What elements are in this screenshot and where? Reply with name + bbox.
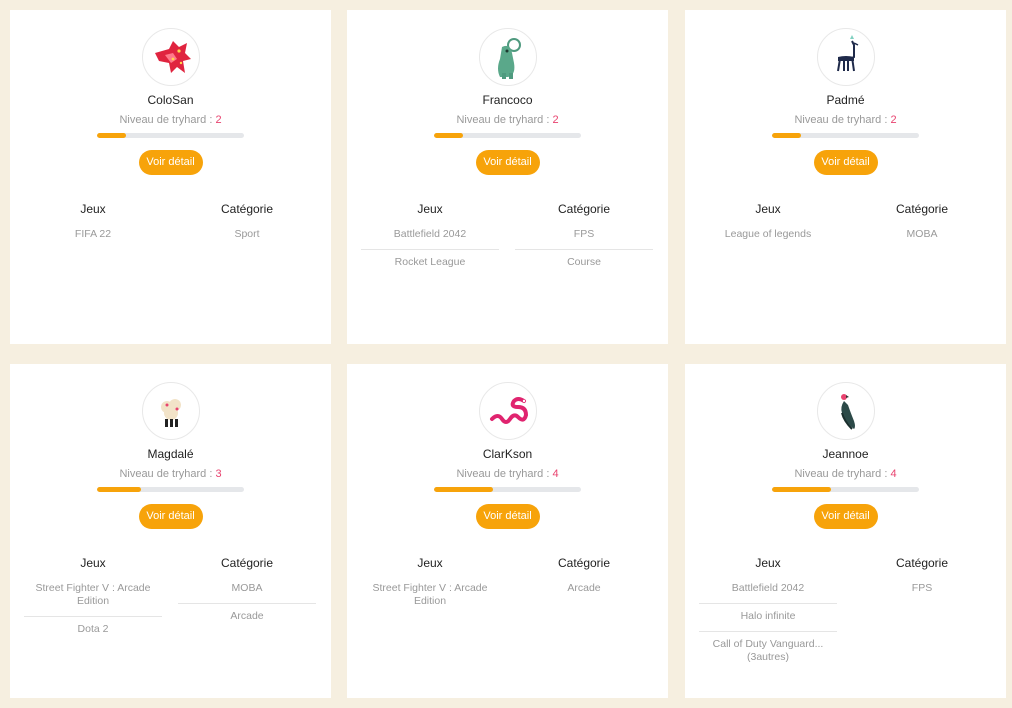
parrot-icon <box>816 382 875 440</box>
tryhard-progress-bar <box>434 487 581 492</box>
games-header: Jeux <box>417 556 443 570</box>
fluffy-creature-icon <box>141 382 200 440</box>
tryhard-progress-fill <box>434 133 464 138</box>
player-name: ColoSan <box>147 93 194 107</box>
tryhard-progress-fill <box>97 487 142 492</box>
tryhard-level-label: Niveau de tryhard : <box>456 468 550 480</box>
category-column: Catégorie Sport <box>178 202 316 249</box>
view-detail-button[interactable]: Voir détail <box>813 504 878 529</box>
tryhard-progress-fill <box>97 133 127 138</box>
games-header: Jeux <box>755 202 781 216</box>
games-column: Jeux League of legends <box>699 202 837 249</box>
category-column: Catégorie FPS <box>853 556 991 603</box>
game-item: Battlefield 2042 <box>699 576 837 604</box>
red-bird-icon <box>141 28 200 86</box>
tryhard-level-value: 2 <box>552 114 559 126</box>
view-detail-button[interactable]: Voir détail <box>813 150 878 175</box>
category-column: Catégorie Arcade <box>515 556 653 603</box>
category-item: MOBA <box>906 228 938 240</box>
category-header: Catégorie <box>220 202 274 216</box>
llama-icon <box>816 28 875 86</box>
player-card-padme: Padmé Niveau de tryhard : 2 Voir détail … <box>685 10 1006 344</box>
games-column: Jeux Street Fighter V : Arcade Edition <box>361 556 499 616</box>
tryhard-level-value: 3 <box>215 468 222 480</box>
game-item: FIFA 22 <box>74 228 112 240</box>
games-header: Jeux <box>80 556 106 570</box>
category-item: Arcade <box>567 582 601 594</box>
tryhard-level-label: Niveau de tryhard : <box>456 114 550 126</box>
category-header: Catégorie <box>895 556 949 570</box>
player-name: ClarKson <box>482 447 533 461</box>
category-item: FPS <box>911 582 933 594</box>
category-item: Course <box>567 256 601 268</box>
player-card-francoco: Francoco Niveau de tryhard : 2 Voir déta… <box>347 10 668 344</box>
tryhard-level: Niveau de tryhard : 4 <box>347 468 668 480</box>
tryhard-progress-bar <box>97 487 244 492</box>
games-column: Jeux Battlefield 2042 Halo infinite Call… <box>699 556 837 672</box>
tryhard-level: Niveau de tryhard : 4 <box>685 468 1006 480</box>
category-item: Arcade <box>230 610 264 622</box>
category-item: Sport <box>234 228 260 240</box>
player-card-jeannoe: Jeannoe Niveau de tryhard : 4 Voir détai… <box>685 364 1006 698</box>
game-item: League of legends <box>724 228 812 240</box>
tryhard-progress-bar <box>434 133 581 138</box>
games-column: Jeux Battlefield 2042 Rocket League <box>361 202 499 277</box>
tryhard-level-value: 2 <box>890 114 897 126</box>
category-header: Catégorie <box>220 556 274 570</box>
category-column: Catégorie FPS Course <box>515 202 653 277</box>
games-header: Jeux <box>755 556 781 570</box>
tryhard-level-value: 4 <box>552 468 559 480</box>
game-item: Halo infinite <box>699 604 837 632</box>
games-column: Jeux FIFA 22 <box>24 202 162 249</box>
view-detail-button[interactable]: Voir détail <box>138 504 203 529</box>
games-header: Jeux <box>80 202 106 216</box>
category-header: Catégorie <box>895 202 949 216</box>
view-detail-button[interactable]: Voir détail <box>475 150 540 175</box>
tryhard-progress-fill <box>772 487 831 492</box>
category-item: FPS <box>515 222 653 250</box>
green-creature-icon <box>478 28 537 86</box>
game-item: Battlefield 2042 <box>361 222 499 250</box>
player-name: Padmé <box>826 93 865 107</box>
tryhard-progress-bar <box>772 487 919 492</box>
tryhard-level-value: 2 <box>215 114 222 126</box>
tryhard-level-label: Niveau de tryhard : <box>794 114 888 126</box>
tryhard-level: Niveau de tryhard : 2 <box>10 114 331 126</box>
game-item: Street Fighter V : Arcade Edition <box>24 576 162 617</box>
tryhard-level-label: Niveau de tryhard : <box>119 468 213 480</box>
games-column: Jeux Street Fighter V : Arcade Edition D… <box>24 556 162 644</box>
category-item: MOBA <box>178 576 316 604</box>
tryhard-level: Niveau de tryhard : 2 <box>685 114 1006 126</box>
tryhard-level-label: Niveau de tryhard : <box>119 114 213 126</box>
tryhard-level-value: 4 <box>890 468 897 480</box>
game-item: Call of Duty Vanguard... (3autres) <box>712 638 824 663</box>
pink-snake-icon <box>478 382 537 440</box>
games-header: Jeux <box>417 202 443 216</box>
tryhard-level: Niveau de tryhard : 3 <box>10 468 331 480</box>
player-card-magdale: Magdalé Niveau de tryhard : 3 Voir détai… <box>10 364 331 698</box>
view-detail-button[interactable]: Voir détail <box>138 150 203 175</box>
category-column: Catégorie MOBA <box>853 202 991 249</box>
category-header: Catégorie <box>557 556 611 570</box>
player-name: Francoco <box>482 93 533 107</box>
player-card-colosan: ColoSan Niveau de tryhard : 2 Voir détai… <box>10 10 331 344</box>
game-item: Rocket League <box>394 256 466 268</box>
player-card-clarkson: ClarKson Niveau de tryhard : 4 Voir déta… <box>347 364 668 698</box>
category-column: Catégorie MOBA Arcade <box>178 556 316 631</box>
tryhard-level: Niveau de tryhard : 2 <box>347 114 668 126</box>
player-name: Jeannoe <box>822 447 869 461</box>
player-name: Magdalé <box>147 447 194 461</box>
view-detail-button[interactable]: Voir détail <box>475 504 540 529</box>
game-item: Dota 2 <box>77 623 109 635</box>
game-item: Street Fighter V : Arcade Edition <box>372 582 488 607</box>
tryhard-progress-fill <box>434 487 493 492</box>
category-header: Catégorie <box>557 202 611 216</box>
tryhard-progress-bar <box>97 133 244 138</box>
tryhard-progress-fill <box>772 133 802 138</box>
tryhard-progress-bar <box>772 133 919 138</box>
tryhard-level-label: Niveau de tryhard : <box>794 468 888 480</box>
